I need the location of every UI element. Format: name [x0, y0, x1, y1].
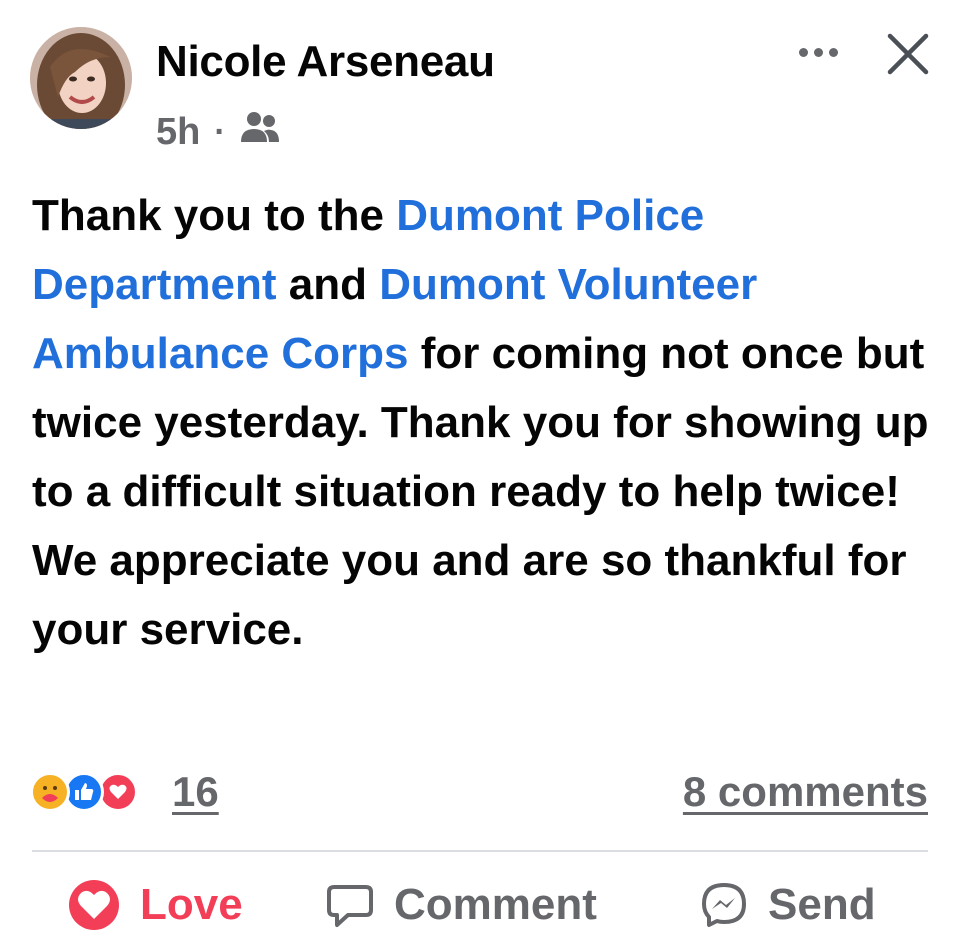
more-dot	[813, 47, 823, 57]
more-dot	[798, 47, 808, 57]
post-body: Thank you to the Dumont Police Departmen…	[32, 181, 932, 664]
post-text-part: and	[276, 260, 380, 309]
love-button[interactable]: Love	[68, 875, 243, 935]
divider	[32, 850, 928, 852]
post-text-part: Thank you to the	[32, 191, 397, 240]
close-button[interactable]	[884, 30, 932, 78]
close-icon	[887, 33, 929, 75]
author-name[interactable]: Nicole Arseneau	[156, 37, 495, 87]
meta-separator: ·	[214, 112, 226, 151]
action-bar: Love Comment Send	[0, 875, 960, 935]
reactions-summary[interactable]: 16	[30, 768, 219, 816]
more-options-button[interactable]	[790, 37, 846, 67]
like-icon	[64, 772, 104, 812]
post-time[interactable]: 5h	[156, 111, 200, 154]
messenger-icon	[702, 883, 746, 927]
friends-icon	[240, 110, 280, 154]
care-icon	[30, 772, 70, 812]
comment-icon	[327, 885, 373, 927]
send-button[interactable]: Send	[700, 875, 876, 935]
reaction-count[interactable]: 16	[172, 768, 219, 816]
comments-count-link[interactable]: 8 comments	[683, 768, 928, 816]
author-avatar[interactable]	[30, 27, 132, 129]
post-meta: 5h ·	[156, 110, 280, 154]
love-icon	[98, 772, 138, 812]
love-reaction-icon	[69, 880, 119, 930]
love-label: Love	[140, 880, 243, 929]
comment-button[interactable]: Comment	[326, 875, 597, 935]
comment-label: Comment	[394, 880, 597, 929]
more-dot	[828, 47, 838, 57]
send-label: Send	[768, 880, 876, 929]
